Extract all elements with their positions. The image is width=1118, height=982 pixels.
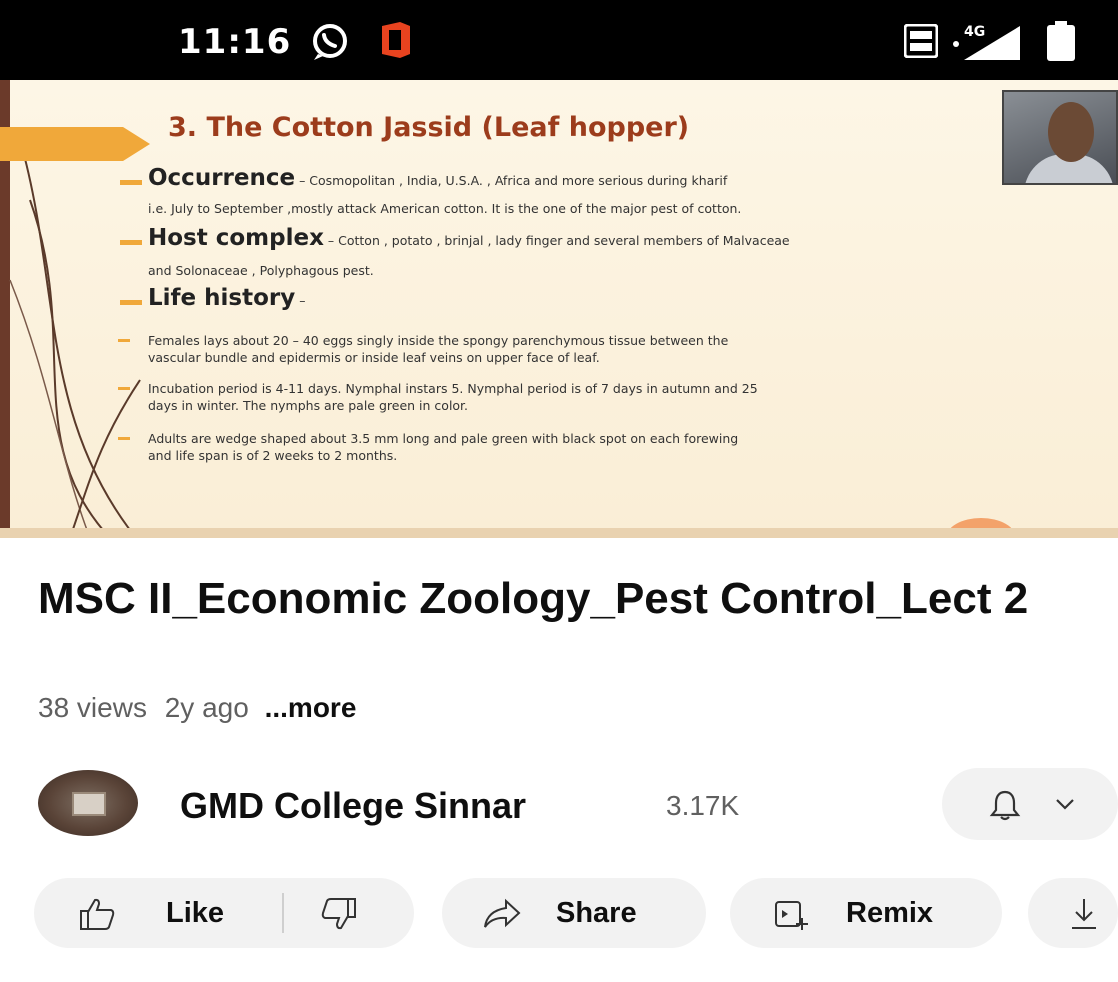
slide-bullet: Adults are wedge shaped about 3.5 mm lon… xyxy=(118,430,738,464)
video-title: MSC II_Economic Zoology_Pest Control_Lec… xyxy=(38,574,1029,623)
like-button[interactable]: Like xyxy=(166,897,224,930)
upload-age: 2y ago xyxy=(164,692,249,723)
video-player[interactable]: 3. The Cotton Jassid (Leaf hopper) Occur… xyxy=(0,80,1118,538)
bell-icon xyxy=(989,790,1021,821)
whatsapp-icon xyxy=(308,22,352,67)
slide-bullet: Females lays about 20 – 40 eggs singly i… xyxy=(118,332,728,366)
remix-button[interactable]: Remix xyxy=(730,878,1002,948)
slide-occurrence: Occurrence – Cosmopolitan , India, U.S.A… xyxy=(120,167,727,190)
share-label: Share xyxy=(556,897,637,929)
slide-host-complex: Host complex – Cotton , potato , brinjal… xyxy=(120,227,790,250)
remix-icon xyxy=(775,901,808,930)
svg-text:4G: 4G xyxy=(964,24,985,40)
chevron-down-icon xyxy=(1056,799,1074,810)
battery-icon xyxy=(1044,20,1078,67)
download-icon xyxy=(1072,899,1096,929)
remix-label: Remix xyxy=(846,897,934,929)
share-icon xyxy=(484,898,521,928)
channel-avatar[interactable] xyxy=(38,770,138,836)
presenter-webcam xyxy=(1002,90,1118,185)
slide-bullet: Incubation period is 4-11 days. Nymphal … xyxy=(118,380,758,414)
slide-title: 3. The Cotton Jassid (Leaf hopper) xyxy=(168,112,690,143)
slide-life-history: Life history – xyxy=(120,287,305,310)
status-bar: 11:16 4G xyxy=(0,0,1118,80)
slide-host-complex-cont: and Solonaceae , Polyphagous pest. xyxy=(148,263,374,278)
volte-icon xyxy=(903,23,939,63)
notifications-button[interactable] xyxy=(942,768,1118,840)
video-meta: 38 views 2y ago ...more xyxy=(38,692,356,724)
office-icon xyxy=(378,20,414,65)
signal-4g-icon: 4G xyxy=(950,20,1030,67)
thumbs-up-icon[interactable] xyxy=(78,896,116,932)
like-divider xyxy=(282,893,284,933)
slide-bottom-bar xyxy=(0,528,1118,538)
thumbs-down-icon[interactable] xyxy=(320,896,358,932)
share-button[interactable]: Share xyxy=(442,878,706,948)
status-time: 11:16 xyxy=(178,22,292,62)
download-button[interactable] xyxy=(1028,878,1118,948)
slide-occurrence-cont: i.e. July to September ,mostly attack Am… xyxy=(148,201,742,216)
subscriber-count: 3.17K xyxy=(666,790,740,821)
channel-name[interactable]: GMD College Sinnar xyxy=(180,785,526,827)
view-count: 38 views xyxy=(38,692,147,723)
more-link[interactable]: ...more xyxy=(265,692,357,723)
slide-title-arrow xyxy=(0,127,150,161)
like-dislike-pill: Like xyxy=(34,878,414,948)
